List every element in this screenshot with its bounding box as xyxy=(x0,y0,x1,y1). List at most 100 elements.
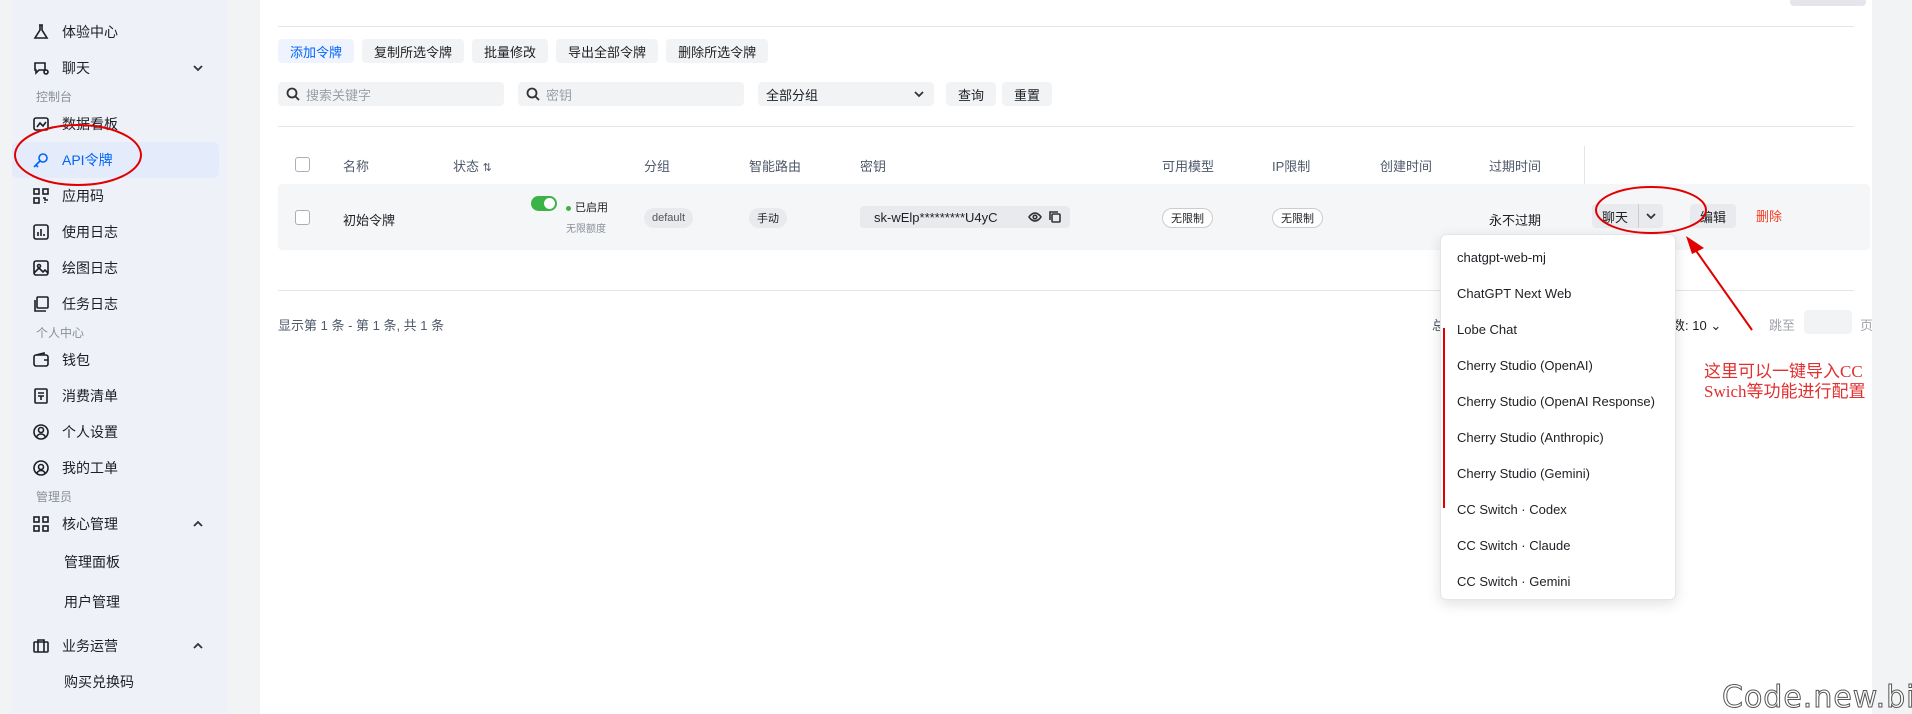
flask-icon xyxy=(32,23,50,41)
sidebar-sub-redeem-code[interactable]: 购买兑换码 xyxy=(12,664,227,700)
dashboard-icon xyxy=(32,115,50,133)
sidebar-item-label: 应用码 xyxy=(62,188,104,204)
add-token-button[interactable]: 添加令牌 xyxy=(278,39,355,63)
token-name: 初始令牌 xyxy=(343,213,396,228)
main-content: 添加令牌 复制所选令牌 批量修改 导出全部令牌 删除所选令牌 搜索关键字 密钥 … xyxy=(260,0,1874,714)
sidebar-item-profile[interactable]: 个人设置 xyxy=(12,414,227,450)
chat-button[interactable]: 聊天 xyxy=(1592,207,1638,226)
sidebar-item-usage-log[interactable]: 使用日志 xyxy=(12,214,227,250)
eye-icon[interactable] xyxy=(1028,210,1042,227)
annotation-note: 这里可以一键导入CC Swich等功能进行配置 xyxy=(1704,362,1866,401)
models-tag: 无限制 xyxy=(1162,208,1213,228)
page-size-select[interactable]: 数: 10 ⌄ xyxy=(1672,315,1721,334)
ticket-icon xyxy=(32,459,50,477)
sidebar-item-operations[interactable]: 业务运营 xyxy=(12,628,227,664)
copy-selected-button[interactable]: 复制所选令牌 xyxy=(362,39,465,63)
sidebar-item-label: 使用日志 xyxy=(62,224,118,240)
chevron-up-icon[interactable] xyxy=(191,517,205,531)
col-ip: IP限制 xyxy=(1272,159,1311,174)
wallet-icon xyxy=(32,351,50,369)
chart-icon xyxy=(32,223,50,241)
key-display: sk-wElp*********U4yC xyxy=(860,206,1070,228)
sidebar-sub-user-management[interactable]: 用户管理 xyxy=(12,582,227,622)
dropdown-item[interactable]: Cherry Studio (OpenAI Response) xyxy=(1441,383,1675,419)
chat-split-button[interactable]: 聊天 xyxy=(1592,204,1664,228)
status-label: 已启用 xyxy=(566,199,608,215)
jump-page-input[interactable] xyxy=(1804,310,1852,334)
sidebar-item-wallet[interactable]: 钱包 xyxy=(12,342,227,378)
sidebar-item-label: 消费清单 xyxy=(62,388,118,404)
dropdown-item[interactable]: Cherry Studio (Gemini) xyxy=(1441,455,1675,491)
dropdown-item[interactable]: CC Switch · Codex xyxy=(1441,491,1675,527)
edit-button[interactable]: 编辑 xyxy=(1690,204,1737,228)
sidebar-item-label: 个人设置 xyxy=(62,424,118,440)
copy-icon[interactable] xyxy=(1048,210,1062,227)
delete-button[interactable]: 删除 xyxy=(1756,206,1782,225)
dropdown-item[interactable]: CC Switch · Gemini xyxy=(1441,563,1675,599)
col-created: 创建时间 xyxy=(1380,159,1433,174)
select-all-checkbox[interactable] xyxy=(295,157,310,172)
task-icon xyxy=(32,295,50,313)
batch-edit-button[interactable]: 批量修改 xyxy=(472,39,549,63)
status-toggle[interactable] xyxy=(531,196,557,211)
sidebar-item-chat[interactable]: 聊天 xyxy=(12,50,227,86)
status-dot xyxy=(566,205,571,211)
col-status[interactable]: 状态 ⇅ xyxy=(453,156,492,175)
pagination-info: 显示第 1 条 - 第 1 条, 共 1 条 xyxy=(278,318,445,333)
sidebar-item-task-log[interactable]: 任务日志 xyxy=(12,286,227,322)
delete-selected-button[interactable]: 删除所选令牌 xyxy=(666,39,769,63)
col-status-label: 状态 xyxy=(453,159,480,174)
reset-button[interactable]: 重置 xyxy=(1002,82,1053,106)
chat-dropdown-toggle[interactable] xyxy=(1638,204,1663,228)
row-checkbox[interactable] xyxy=(295,210,310,225)
keyword-placeholder: 搜索关键字 xyxy=(306,87,372,103)
sidebar-sub-admin-panel[interactable]: 管理面板 xyxy=(12,542,227,582)
dropdown-item[interactable]: Cherry Studio (OpenAI) xyxy=(1441,347,1675,383)
sidebar-item-drawing-log[interactable]: 绘图日志 xyxy=(12,250,227,286)
user-settings-icon xyxy=(32,423,50,441)
quota-text: 无限额度 xyxy=(566,224,606,235)
col-key: 密钥 xyxy=(860,159,887,174)
divider xyxy=(278,126,1854,127)
filter-bar: 搜索关键字 密钥 全部分组 查询 重置 xyxy=(278,82,1053,106)
group-select[interactable]: 全部分组 xyxy=(758,82,934,106)
page-label: 页 xyxy=(1860,318,1874,333)
key-search-input[interactable]: 密钥 xyxy=(518,82,744,106)
top-control-stub xyxy=(1790,0,1866,6)
key-placeholder: 密钥 xyxy=(546,87,573,103)
sidebar-item-core-management[interactable]: 核心管理 xyxy=(12,506,227,542)
col-models: 可用模型 xyxy=(1162,159,1215,174)
dropdown-item[interactable]: CC Switch · Claude xyxy=(1441,527,1675,563)
keyword-search-input[interactable]: 搜索关键字 xyxy=(278,82,504,106)
chevron-up-icon[interactable] xyxy=(191,639,205,653)
col-name: 名称 xyxy=(343,159,370,174)
sidebar-item-label: 核心管理 xyxy=(62,516,118,532)
chat-client-dropdown: chatgpt-web-mj ChatGPT Next Web Lobe Cha… xyxy=(1440,234,1676,600)
dropdown-item[interactable]: ChatGPT Next Web xyxy=(1441,275,1675,311)
export-all-button[interactable]: 导出全部令牌 xyxy=(556,39,659,63)
sidebar-item-tickets[interactable]: 我的工单 xyxy=(12,450,227,486)
sidebar-item-dashboard[interactable]: 数据看板 xyxy=(12,106,227,142)
sidebar-item-app-code[interactable]: 应用码 xyxy=(12,178,227,214)
sidebar-item-label: 任务日志 xyxy=(62,296,118,312)
dropdown-item[interactable]: chatgpt-web-mj xyxy=(1441,239,1675,275)
sidebar-item-api-tokens[interactable]: API令牌 xyxy=(12,142,219,178)
sidebar-item-label: 聊天 xyxy=(62,60,90,76)
sidebar-item-label: 体验中心 xyxy=(62,24,118,40)
dropdown-item[interactable]: Lobe Chat xyxy=(1441,311,1675,347)
chevron-down-icon xyxy=(914,91,924,98)
chevron-down-icon: ⌄ xyxy=(1710,318,1722,333)
dropdown-item[interactable]: Cherry Studio (Anthropic) xyxy=(1441,419,1675,455)
query-button[interactable]: 查询 xyxy=(946,82,997,106)
sort-icon[interactable]: ⇅ xyxy=(483,162,492,174)
sidebar-item-billing[interactable]: 消费清单 xyxy=(12,378,227,414)
chevron-down-icon[interactable] xyxy=(191,61,205,75)
col-routing: 智能路由 xyxy=(749,159,802,174)
sidebar-item-playground[interactable]: 体验中心 xyxy=(12,14,227,50)
image-icon xyxy=(32,259,50,277)
chevron-down-icon xyxy=(1646,213,1656,220)
sidebar-item-label: 业务运营 xyxy=(62,638,118,654)
routing-tag: 手动 xyxy=(749,208,787,228)
briefcase-icon xyxy=(32,637,50,655)
key-icon xyxy=(32,151,50,169)
